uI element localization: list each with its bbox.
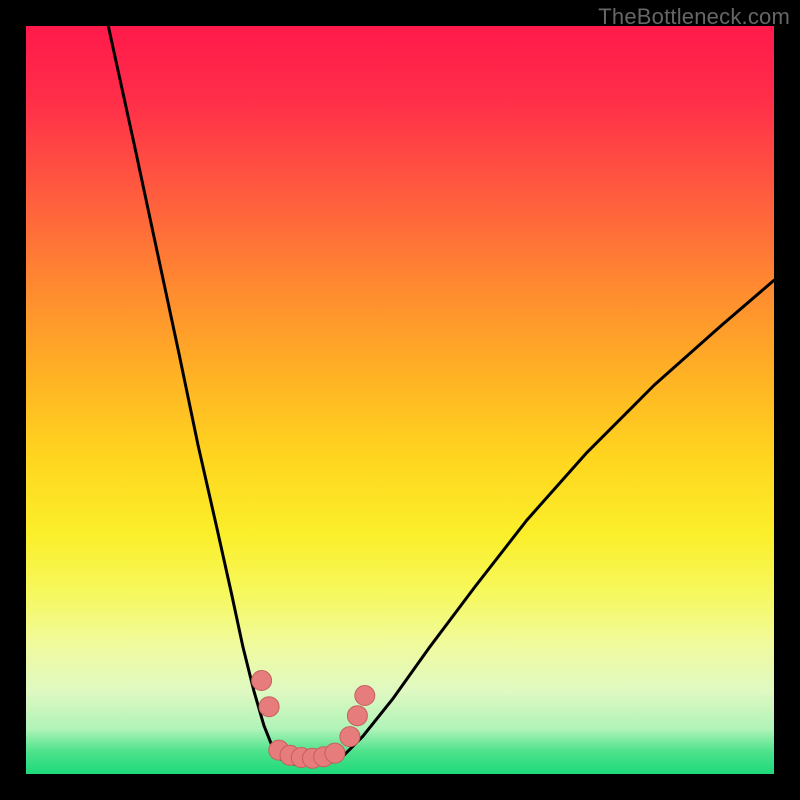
marker-point [355,686,375,706]
outer-frame: TheBottleneck.com [0,0,800,800]
plot-area [26,26,774,774]
curve-path [108,26,774,765]
marker-point [325,743,345,763]
marker-group [252,671,375,769]
marker-point [259,697,279,717]
bottleneck-curve [108,26,774,765]
chart-svg [26,26,774,774]
marker-point [347,706,367,726]
marker-point [252,671,272,691]
watermark-text: TheBottleneck.com [598,4,790,30]
marker-point [340,727,360,747]
